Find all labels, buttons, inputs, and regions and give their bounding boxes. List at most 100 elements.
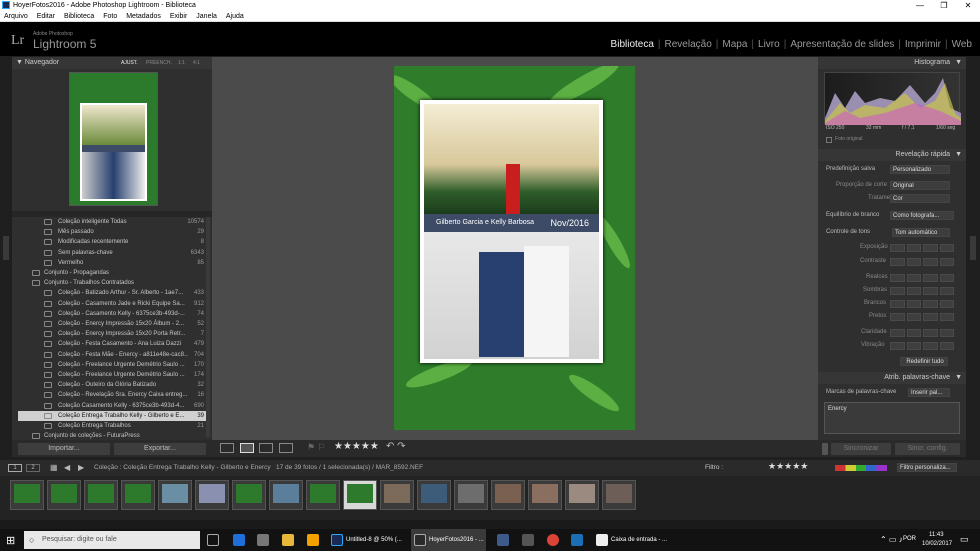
keywords-field[interactable]: Enercy bbox=[824, 402, 960, 434]
minimize-icon[interactable]: — bbox=[908, 0, 932, 11]
filmstrip-thumbnail[interactable] bbox=[528, 480, 562, 510]
photoshop-icon[interactable] bbox=[331, 534, 343, 546]
taskbar-photoshop[interactable]: Untitled-8 @ 50% (... bbox=[346, 529, 402, 551]
zoom-4-1[interactable]: 4:1 bbox=[193, 57, 200, 69]
right-panel-toggle[interactable] bbox=[970, 236, 976, 260]
highlights-steppers[interactable] bbox=[890, 274, 954, 282]
collection-item[interactable]: Coleção - Enercy Impressão 15x20 Álbum -… bbox=[18, 319, 206, 329]
zoom-fill[interactable]: PREENCH. bbox=[146, 57, 172, 69]
sync-toggle[interactable] bbox=[822, 443, 828, 455]
survey-view-icon[interactable] bbox=[279, 443, 293, 453]
keyword-tags-dropdown[interactable]: Inserir pal... bbox=[908, 388, 950, 397]
rating-stars[interactable]: ★★★★★ bbox=[334, 441, 379, 452]
menu-metadata[interactable]: Metadados bbox=[126, 13, 161, 20]
navigator-preview[interactable] bbox=[69, 72, 158, 206]
filmstrip-thumbnail[interactable] bbox=[565, 480, 599, 510]
mail-icon[interactable] bbox=[596, 534, 608, 546]
clock-time[interactable]: 11:43 bbox=[929, 532, 944, 538]
filmstrip-thumbnail[interactable] bbox=[47, 480, 81, 510]
menu-help[interactable]: Ajuda bbox=[226, 13, 244, 20]
rotate-icons[interactable]: ↶ ↷ bbox=[386, 441, 406, 452]
maximize-icon[interactable]: ❐ bbox=[932, 0, 956, 11]
filmstrip-thumbnail[interactable] bbox=[269, 480, 303, 510]
collection-item[interactable]: Coleção - Batizado Arthur - Sr. Alberto … bbox=[18, 288, 206, 298]
collection-item[interactable]: Modificadas recentemente 8 bbox=[18, 237, 206, 247]
sync-settings-button[interactable]: Sincr. config. bbox=[895, 443, 960, 455]
import-button[interactable]: Importar... bbox=[18, 443, 110, 455]
language-indicator[interactable]: POR bbox=[903, 536, 916, 542]
whites-steppers[interactable] bbox=[890, 300, 954, 308]
collection-item[interactable]: Conjunto - Trabalhos Contratados bbox=[18, 278, 206, 288]
forward-arrow-icon[interactable]: ▶ bbox=[78, 463, 84, 472]
collection-item[interactable]: Coleção - Casamento Kelly - 6375ce3b-493… bbox=[18, 309, 206, 319]
main-photo[interactable]: Gilberto Garcia e Kelly Barbosa Nov/2016 bbox=[394, 66, 635, 430]
filmstrip-thumbnail[interactable] bbox=[195, 480, 229, 510]
photo-count[interactable]: 17 de 39 fotos / 1 selecionada(s) / MAR_… bbox=[276, 464, 423, 471]
filmstrip-thumbnail[interactable] bbox=[158, 480, 192, 510]
auto-tone-button[interactable]: Tom automático bbox=[892, 228, 950, 237]
windows-start-icon[interactable]: ⊞ bbox=[6, 534, 15, 547]
filter-preset-dropdown[interactable]: Filtro personaliza... bbox=[897, 463, 957, 472]
navigator-header[interactable]: ▼ Navegador AJUST. PREENCH. 1:1 4:1 bbox=[12, 57, 212, 69]
menu-edit[interactable]: Editar bbox=[37, 13, 55, 20]
module-slideshow[interactable]: Apresentação de slides bbox=[790, 39, 894, 50]
collection-item[interactable]: Coleção Entrega Trabalhos 21 bbox=[18, 421, 206, 431]
collection-item[interactable]: Coleção - Freelance Urgente Demétrio Sau… bbox=[18, 360, 206, 370]
collection-item[interactable]: Vermelho 85 bbox=[18, 258, 206, 268]
quick-develop-header[interactable]: Revelação rápida ▼ bbox=[818, 149, 966, 161]
collection-item[interactable]: Coleção - Festa Casamento - Ana Luiza Da… bbox=[18, 339, 206, 349]
menu-window[interactable]: Janela bbox=[196, 13, 217, 20]
edge-icon[interactable] bbox=[233, 534, 245, 546]
reset-all-button[interactable]: Redefinir tudo bbox=[900, 357, 948, 366]
grid-view-icon[interactable] bbox=[220, 443, 234, 453]
app-icon-3[interactable] bbox=[522, 534, 534, 546]
app-icon-2[interactable] bbox=[497, 534, 509, 546]
module-develop[interactable]: Revelação bbox=[665, 39, 712, 50]
menu-library[interactable]: Biblioteca bbox=[64, 13, 94, 20]
collection-item[interactable]: Coleção - Enercy Impressão 15x20 Porta R… bbox=[18, 329, 206, 339]
blacks-steppers[interactable] bbox=[890, 313, 954, 321]
task-view-icon[interactable] bbox=[207, 534, 219, 546]
filmstrip-thumbnail[interactable] bbox=[454, 480, 488, 510]
histogram-header[interactable]: Histograma ▼ bbox=[818, 57, 966, 69]
notifications-icon[interactable]: ▭ bbox=[960, 534, 969, 545]
menu-photo[interactable]: Foto bbox=[103, 13, 117, 20]
back-arrow-icon[interactable]: ◀ bbox=[64, 463, 70, 472]
original-photo-checkbox[interactable] bbox=[826, 137, 832, 143]
saved-preset-dropdown[interactable]: Personalizado bbox=[890, 165, 950, 174]
menu-view[interactable]: Exibir bbox=[170, 13, 188, 20]
app-icon[interactable] bbox=[307, 534, 319, 546]
flag-icons[interactable]: ⚑ ⚐ bbox=[307, 442, 326, 453]
filmstrip-thumbnail[interactable] bbox=[602, 480, 636, 510]
taskbar-search[interactable]: ○ Pesquisar: digite ou fale bbox=[24, 531, 200, 549]
crop-dropdown[interactable]: Original bbox=[890, 181, 950, 190]
clarity-steppers[interactable] bbox=[890, 329, 954, 337]
store-icon[interactable] bbox=[257, 534, 269, 546]
collection-item[interactable]: Coleção inteligente Todas 10574 bbox=[18, 217, 206, 227]
white-balance-dropdown[interactable]: Como fotografa... bbox=[890, 211, 954, 220]
collection-item[interactable]: Conjunto - Propagandas bbox=[18, 268, 206, 278]
filter-rating-stars[interactable]: ★★★★★ bbox=[768, 461, 808, 472]
exposure-steppers[interactable] bbox=[890, 244, 954, 252]
loupe-view-icon[interactable] bbox=[240, 443, 254, 453]
chrome-icon[interactable] bbox=[547, 534, 559, 546]
export-button[interactable]: Exportar... bbox=[114, 443, 206, 455]
filmstrip-thumbnail-selected[interactable] bbox=[343, 480, 377, 510]
filmstrip-thumbnail[interactable] bbox=[417, 480, 451, 510]
module-print[interactable]: Imprimir bbox=[905, 39, 941, 50]
filmstrip-thumbnail[interactable] bbox=[121, 480, 155, 510]
collection-item[interactable]: Coleção - Freelance Urgente Demétrio Sau… bbox=[18, 370, 206, 380]
tray-icons[interactable]: ⌃ ▭ ♪ bbox=[880, 535, 903, 544]
clock-date[interactable]: 10/02/2017 bbox=[922, 541, 952, 547]
collections-scrollbar[interactable] bbox=[206, 217, 210, 437]
module-web[interactable]: Web bbox=[952, 39, 972, 50]
filmstrip-thumbnail[interactable] bbox=[380, 480, 414, 510]
window-2-button[interactable]: 2 bbox=[26, 464, 40, 472]
grid-icon[interactable]: ▦ bbox=[50, 463, 58, 472]
taskbar-mail[interactable]: Caixa de entrada - ... bbox=[611, 529, 667, 551]
collection-item[interactable]: Coleção - Outeiro da Glória Batizado 32 bbox=[18, 380, 206, 390]
contrast-steppers[interactable] bbox=[890, 258, 954, 266]
window-1-button[interactable]: 1 bbox=[8, 464, 22, 472]
shadows-steppers[interactable] bbox=[890, 287, 954, 295]
sync-button[interactable]: Sincronizar bbox=[831, 443, 891, 455]
